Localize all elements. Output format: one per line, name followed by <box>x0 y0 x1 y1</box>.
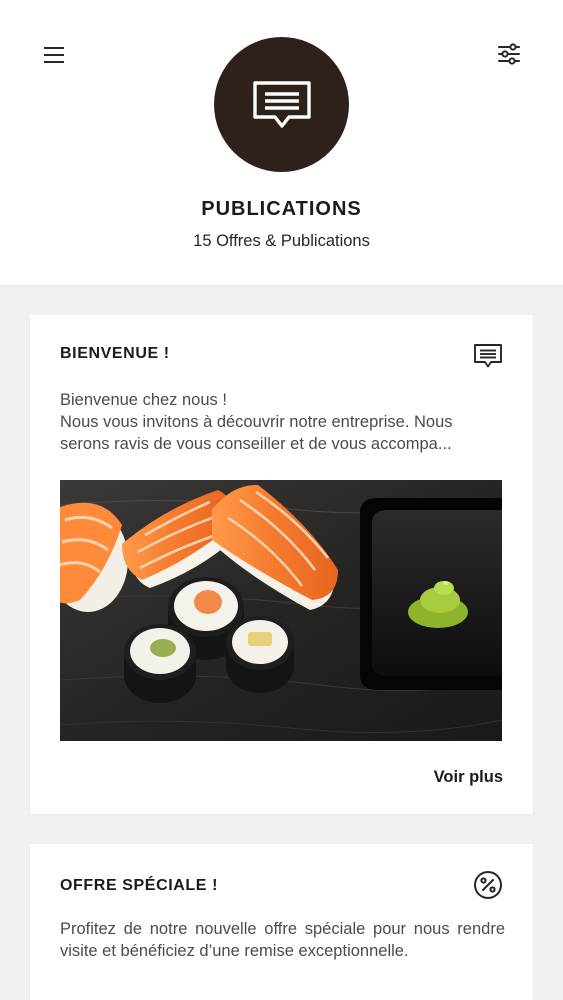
publication-card-bienvenue[interactable]: BIENVENUE ! Bienvenue chez nous ! Nous v… <box>30 315 533 814</box>
hamburger-menu-icon[interactable] <box>40 40 70 70</box>
percent-circle-icon <box>473 870 503 900</box>
voir-plus-link[interactable]: Voir plus <box>434 768 503 787</box>
card-text-line: Nous vous invitons à découvrir notre ent… <box>60 413 453 453</box>
page-title: PUBLICATIONS <box>201 198 362 220</box>
message-square-icon <box>473 342 503 372</box>
publications-avatar <box>214 37 349 172</box>
page-header: PUBLICATIONS 15 Offres & Publications <box>0 0 563 285</box>
card-title: BIENVENUE ! <box>60 345 170 362</box>
sushi-photo <box>60 480 502 741</box>
card-text: Profitez de notre nouvelle offre spécial… <box>60 920 505 960</box>
page-subtitle: 15 Offres & Publications <box>193 232 370 250</box>
publication-card-offre[interactable]: OFFRE SPÉCIALE ! Profitez de notre nouve… <box>30 844 533 1000</box>
card-title: OFFRE SPÉCIALE ! <box>60 877 219 894</box>
message-square-icon <box>252 80 311 128</box>
card-text-line: Bienvenue chez nous ! <box>60 391 227 409</box>
card-text: Bienvenue chez nous ! Nous vous invitons… <box>60 389 505 455</box>
sliders-filter-icon[interactable] <box>494 40 524 70</box>
